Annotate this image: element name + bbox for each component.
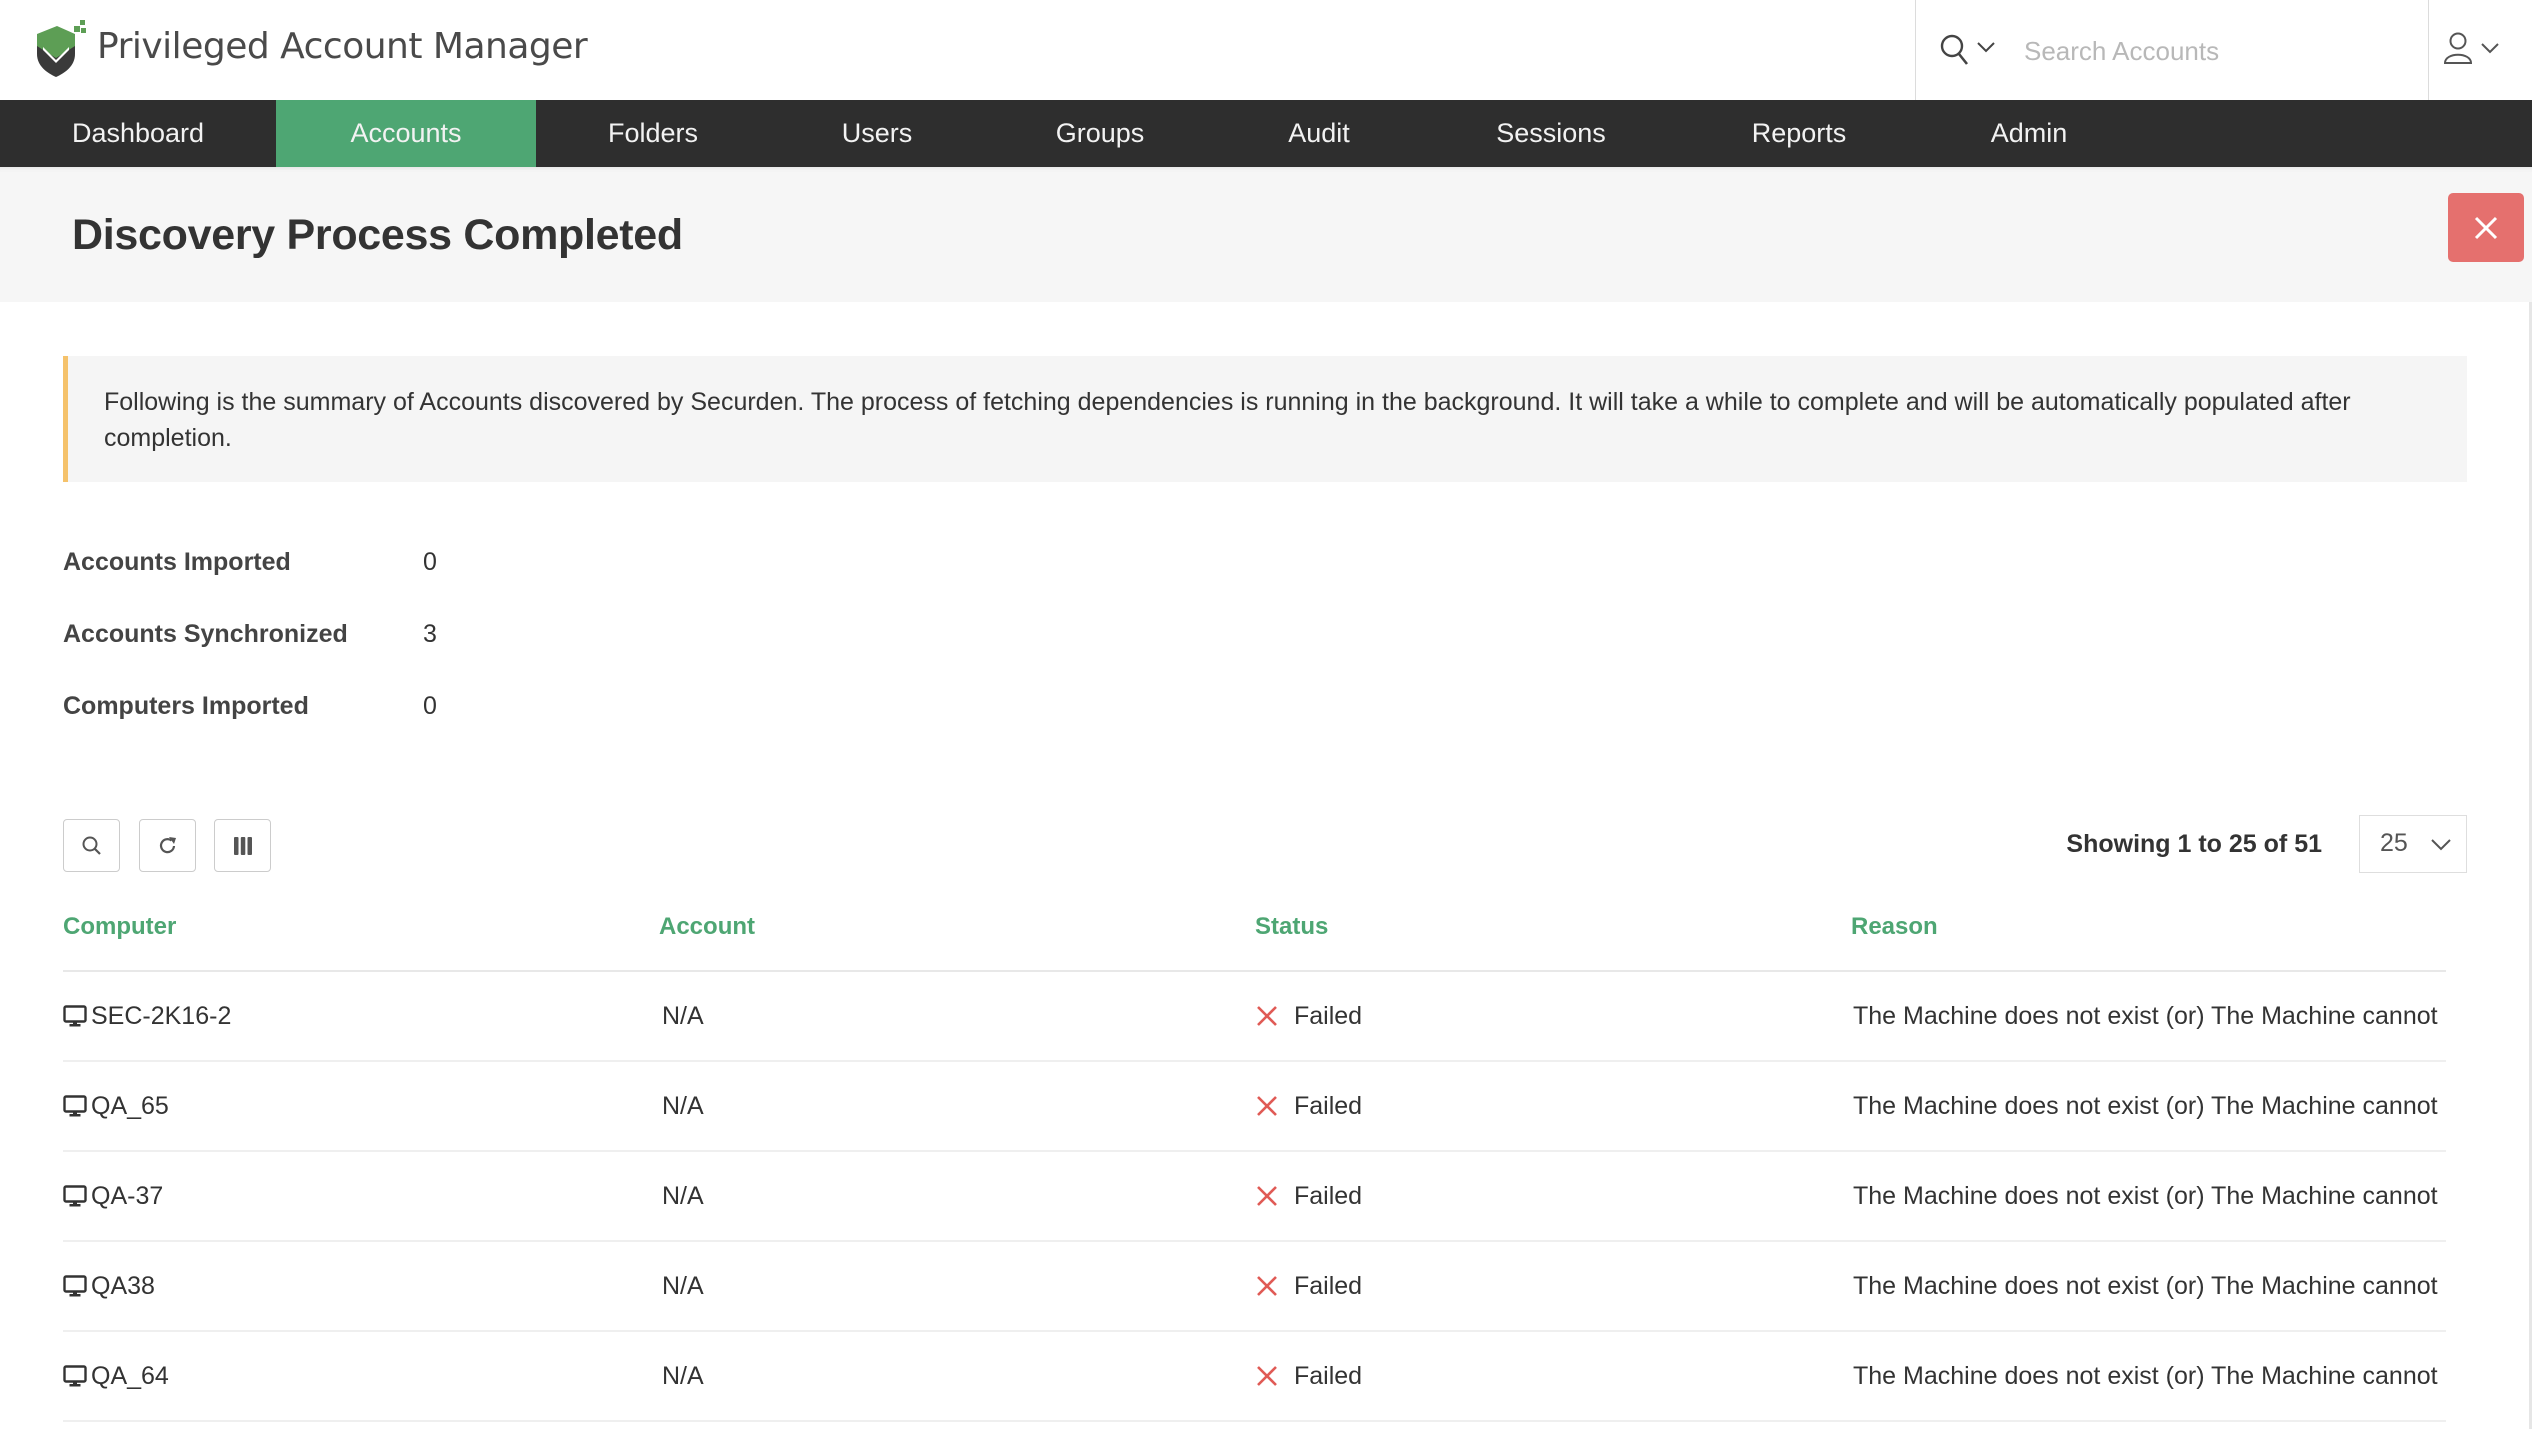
columns-button[interactable] [214,819,271,872]
user-menu[interactable] [2440,30,2510,70]
table-search-button[interactable] [63,819,120,872]
chevron-down-icon [2481,43,2499,54]
global-search [1915,0,2429,100]
page-header: Discovery Process Completed [0,167,2532,302]
status-text: Failed [1294,1002,1363,1030]
search-accounts-input[interactable] [2022,28,2406,74]
nav-item-audit[interactable]: Audit [1239,100,1399,167]
column-header-reason[interactable]: Reason [1851,913,1938,941]
cell-account: N/A [662,1272,704,1300]
chevron-down-icon [2431,839,2451,851]
notice-text: Following is the summary of Accounts dis… [104,388,2351,452]
shield-check-logo-icon [31,20,89,78]
cell-reason: The Machine does not exist (or) The Mach… [1853,1002,2438,1030]
app-title: Privileged Account Manager [97,26,588,67]
table-row[interactable]: QA-37 N/A Failed The Machine does not exist… [63,1152,2446,1242]
refresh-button[interactable] [139,819,196,872]
search-icon [82,836,101,855]
cell-computer: QA_65 [63,1062,169,1150]
computer-name: QA-37 [91,1182,164,1210]
computer-name: QA_64 [91,1362,169,1390]
user-icon [2443,32,2473,64]
cell-account: N/A [662,1182,704,1210]
cell-status: Failed [1256,1242,1362,1330]
cell-computer: QA38 [63,1242,155,1330]
search-icon[interactable] [1940,34,1970,66]
computer-icon [63,1275,87,1297]
computer-name: SEC-2K16-2 [91,1002,232,1030]
stat-label-accounts-imported: Accounts Imported [63,548,291,576]
status-text: Failed [1294,1362,1363,1390]
failed-x-icon [1257,1096,1277,1116]
cell-status: Failed [1256,1332,1362,1420]
cell-computer: SEC-2K16-2 [63,972,231,1060]
cell-status: Failed [1256,1062,1362,1150]
stat-value-accounts-synchronized: 3 [423,620,437,648]
info-notice: Following is the summary of Accounts dis… [63,356,2467,482]
nav-item-folders[interactable]: Folders [563,100,743,167]
cell-reason: The Machine does not exist (or) The Mach… [1853,1092,2438,1120]
table-row[interactable]: QA38 N/A Failed The Machine does not exist … [63,1242,2446,1332]
columns-icon [233,836,252,855]
main-nav: Dashboard Accounts Folders Users Groups … [0,100,2532,167]
page-size-value: 25 [2380,829,2408,857]
computer-name: QA_65 [91,1092,169,1120]
cell-status: Failed [1256,972,1362,1060]
failed-x-icon [1257,1186,1277,1206]
table-row[interactable]: QA_65 N/A Failed The Machine does not exist… [63,1062,2446,1152]
cell-computer: QA_64 [63,1332,169,1420]
nav-item-dashboard[interactable]: Dashboard [40,100,236,167]
cell-reason: The Machine does not exist (or) The Mach… [1853,1182,2438,1210]
nav-item-reports[interactable]: Reports [1699,100,1899,167]
column-header-account[interactable]: Account [659,913,755,941]
cell-account: N/A [662,1002,704,1030]
table-row[interactable]: QA_64 N/A Failed The Machine does not exist… [63,1332,2446,1422]
nav-item-sessions[interactable]: Sessions [1451,100,1651,167]
computer-icon [63,1365,87,1387]
computer-name: QA38 [91,1272,155,1300]
page-size-select[interactable]: 25 [2359,815,2467,873]
page-title: Discovery Process Completed [72,211,683,259]
pagination-summary: Showing 1 to 25 of 51 [2066,830,2322,858]
computer-icon [63,1005,87,1027]
chevron-down-icon[interactable] [1976,40,1996,54]
failed-x-icon [1257,1006,1277,1026]
failed-x-icon [1257,1366,1277,1386]
status-text: Failed [1294,1092,1363,1120]
stat-value-computers-imported: 0 [423,692,437,720]
nav-item-admin[interactable]: Admin [1939,100,2119,167]
cell-reason: The Machine does not exist (or) The Mach… [1853,1362,2438,1390]
computer-icon [63,1185,87,1207]
refresh-icon [159,836,176,853]
cell-account: N/A [662,1092,704,1120]
column-header-status[interactable]: Status [1255,913,1328,941]
close-icon [2474,216,2498,240]
table-row[interactable]: SEC-2K16-2 N/A Failed The Machine does not … [63,972,2446,1062]
nav-item-users[interactable]: Users [797,100,957,167]
close-button[interactable] [2448,193,2524,262]
cell-account: N/A [662,1362,704,1390]
nav-item-groups[interactable]: Groups [1010,100,1190,167]
cell-computer: QA-37 [63,1152,163,1240]
column-header-computer[interactable]: Computer [63,913,176,941]
status-text: Failed [1294,1272,1363,1300]
computer-icon [63,1095,87,1117]
stat-label-computers-imported: Computers Imported [63,692,309,720]
status-text: Failed [1294,1182,1363,1210]
stat-value-accounts-imported: 0 [423,548,437,576]
failed-x-icon [1257,1276,1277,1296]
top-header: Privileged Account Manager [0,0,2532,100]
nav-item-accounts[interactable]: Accounts [276,100,536,167]
stat-label-accounts-synchronized: Accounts Synchronized [63,620,348,648]
cell-reason: The Machine does not exist (or) The Mach… [1853,1272,2438,1300]
cell-status: Failed [1256,1152,1362,1240]
